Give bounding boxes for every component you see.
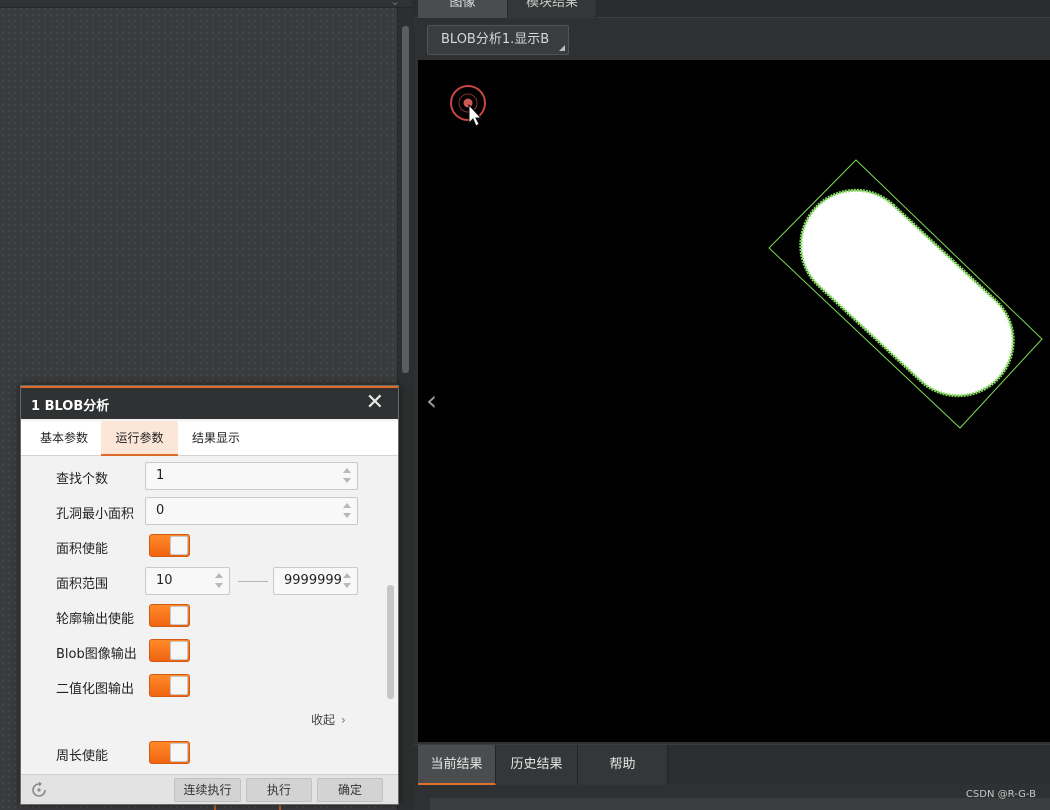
refresh-icon[interactable] (30, 781, 48, 799)
area-enable-toggle[interactable] (149, 534, 190, 557)
find-count-value: 1 (156, 468, 165, 483)
dropdown-corner-icon (559, 45, 565, 51)
tab-help[interactable]: 帮助 (578, 745, 668, 785)
run-params-list[interactable]: 查找个数 1 孔洞最小面积 0 面积使能 面积范围 10 9999999 轮廓输… (21, 457, 398, 773)
toggle-knob (170, 676, 188, 695)
blob-render (450, 85, 1043, 429)
tab-basic-params[interactable]: 基本参数 (27, 421, 101, 456)
image-panel: 图像 模块结果 BLOB分析1.显示B ‹ 当前结果 历史结果 帮助 CSDN … (414, 0, 1050, 810)
image-source-select[interactable]: BLOB分析1.显示B (427, 25, 569, 55)
params-scrollbar[interactable] (387, 585, 394, 699)
spinner-arrows-icon[interactable] (343, 571, 351, 591)
find-count-input[interactable]: 1 (145, 462, 358, 490)
toggle-knob (170, 743, 188, 762)
hole-min-area-label: 孔洞最小面积 (56, 507, 135, 522)
blob-image-output-label: Blob图像输出 (56, 647, 137, 662)
area-range-label: 面积范围 (56, 577, 109, 592)
result-table-header (430, 798, 1050, 810)
dialog-footer: 连续执行 执行 确定 (21, 774, 398, 804)
binary-image-output-label: 二值化图输出 (56, 682, 135, 697)
tab-history-result[interactable]: 历史结果 (496, 745, 578, 785)
area-enable-label: 面积使能 (56, 542, 109, 557)
execute-button[interactable]: 执行 (246, 778, 312, 802)
image-tabbar: 图像 模块结果 (414, 0, 1050, 18)
spinner-arrows-icon[interactable] (343, 501, 351, 521)
tab-image[interactable]: 图像 (418, 0, 507, 18)
previous-image-icon[interactable]: ‹ (426, 384, 437, 417)
area-range-min-value: 10 (156, 573, 173, 588)
image-display[interactable]: ‹ (418, 60, 1050, 742)
confirm-button[interactable]: 确定 (317, 778, 383, 802)
chevron-down-icon[interactable]: ⌄ (390, 0, 400, 8)
canvas-scroll-thumb[interactable] (402, 26, 409, 373)
binary-image-output-toggle[interactable] (149, 674, 190, 697)
tab-current-result[interactable]: 当前结果 (418, 745, 496, 785)
canvas-vertical-scrollbar[interactable] (397, 8, 412, 810)
canvas-top-bar: ⌄ (0, 0, 412, 8)
chevron-right-icon: › (341, 713, 346, 727)
range-separator (238, 581, 268, 582)
toggle-knob (170, 606, 188, 625)
perimeter-enable-label: 周长使能 (56, 749, 109, 764)
perimeter-enable-toggle[interactable] (149, 741, 190, 764)
dialog-titlebar[interactable]: 1 BLOB分析 ✕ (21, 386, 398, 419)
blob-analysis-dialog: 1 BLOB分析 ✕ 基本参数 运行参数 结果显示 查找个数 1 孔洞最小面积 … (20, 385, 399, 805)
tab-result-display[interactable]: 结果显示 (178, 421, 254, 456)
dialog-tabbar: 基本参数 运行参数 结果显示 (21, 421, 398, 456)
area-range-max-input[interactable]: 9999999 (273, 567, 358, 595)
collapse-button[interactable]: 收起 › (311, 711, 346, 728)
continuous-execute-button[interactable]: 连续执行 (174, 778, 241, 802)
spinner-arrows-icon[interactable] (215, 571, 223, 591)
toggle-knob (170, 536, 188, 555)
area-range-max-value: 9999999 (284, 573, 342, 588)
tab-run-params[interactable]: 运行参数 (101, 421, 178, 456)
result-tabbar: 当前结果 历史结果 帮助 (414, 744, 1050, 785)
hole-min-area-input[interactable]: 0 (145, 497, 358, 525)
area-range-min-input[interactable]: 10 (145, 567, 230, 595)
crosshair-target-icon (450, 85, 486, 121)
dialog-title: 1 BLOB分析 (31, 399, 110, 414)
contour-output-enable-toggle[interactable] (149, 604, 190, 627)
blob-image-output-toggle[interactable] (149, 639, 190, 662)
toggle-knob (170, 641, 188, 660)
find-count-label: 查找个数 (56, 472, 109, 487)
tab-module-result[interactable]: 模块结果 (507, 0, 597, 18)
spinner-arrows-icon[interactable] (343, 466, 351, 486)
image-source-label: BLOB分析1.显示B (441, 32, 550, 47)
hole-min-area-value: 0 (156, 503, 165, 518)
close-icon[interactable]: ✕ (366, 390, 384, 415)
watermark: CSDN @R-G-B (965, 789, 1036, 800)
contour-output-enable-label: 轮廓输出使能 (56, 612, 135, 627)
collapse-label: 收起 (311, 713, 336, 727)
